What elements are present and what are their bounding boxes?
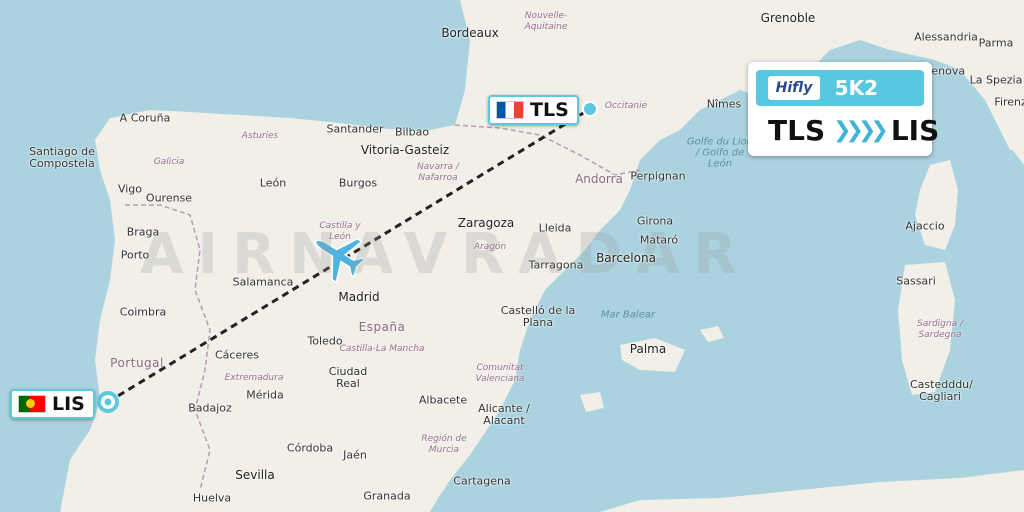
region-label: Castilla y León — [319, 221, 361, 242]
city-label: Ajaccio — [905, 219, 945, 233]
city-label: Huelva — [192, 491, 232, 505]
city-label: Castedddu/ Cagliari — [910, 378, 973, 403]
city-label: Mérida — [246, 388, 284, 402]
city-label: La Spezia — [969, 73, 1023, 87]
corsica-island — [915, 160, 958, 250]
city-label: Alicante / Alacant — [478, 402, 530, 427]
city-label: Barcelona — [596, 251, 656, 265]
city-label: Madrid — [338, 290, 380, 304]
route-arrows-icon: ❯❯❯❯ — [833, 118, 889, 143]
region-label: Castilla-La Mancha — [339, 344, 425, 354]
city-label: León — [259, 176, 287, 190]
city-label: Zaragoza — [457, 216, 515, 230]
city-label: Palma — [629, 342, 667, 356]
city-label: Tarragona — [528, 258, 584, 272]
country-label-spain: España — [358, 320, 406, 334]
region-label: Navarra / Nafarroa — [417, 162, 459, 183]
city-label: Salamanca — [232, 275, 294, 289]
city-label: Toledo — [307, 334, 343, 348]
region-label: Sardigna / Sardegna — [917, 319, 963, 340]
city-label: Firenze — [994, 95, 1024, 109]
city-label: Burgos — [338, 176, 378, 190]
watermark: AIRNAVRADAR — [140, 222, 751, 287]
city-label: Nîmes — [706, 97, 742, 111]
city-label: Badajoz — [188, 401, 232, 415]
origin-airport-code: TLS — [530, 99, 569, 121]
city-label: Alessandria — [914, 30, 978, 44]
city-label: Cáceres — [214, 348, 260, 362]
city-label: Mataró — [639, 233, 679, 247]
destination-airport-center — [104, 398, 112, 406]
city-label: Ourense — [145, 191, 193, 205]
city-label: Parma — [978, 36, 1014, 50]
region-label: Comunitat Valenciana — [475, 363, 525, 384]
route-summary: TLS ❯❯❯❯ LIS — [768, 114, 939, 147]
route-destination-code: LIS — [890, 114, 940, 147]
city-label: Lleida — [538, 221, 572, 235]
sea-label: Mar Balear — [600, 309, 656, 321]
city-label: Coimbra — [119, 305, 167, 319]
city-label: Bordeaux — [441, 26, 499, 40]
sea-label: Golfe du Lion / Golfo de León — [686, 136, 754, 170]
country-label-portugal: Portugal — [110, 356, 164, 370]
city-label: Porto — [120, 248, 150, 262]
city-label: Sassari — [896, 274, 936, 288]
country-label-andorra: Andorra — [575, 172, 623, 186]
city-label: Braga — [126, 225, 160, 239]
region-label: Aragón — [473, 242, 507, 252]
city-label: Santiago de Compostela — [29, 145, 95, 170]
city-label: Albacete — [418, 393, 468, 407]
region-label: Occitanie — [604, 101, 648, 111]
flight-number: 5K2 — [834, 76, 878, 100]
flight-info-card[interactable]: Hifly 5K2 TLS ❯❯❯❯ LIS — [748, 62, 939, 156]
city-label: Grenoble — [760, 11, 816, 25]
city-label: Sevilla — [235, 468, 275, 482]
city-label: Ciudad Real — [328, 365, 368, 390]
region-label: Extremadura — [224, 373, 284, 383]
region-label: Nouvelle-Aquitaine — [524, 11, 568, 32]
region-label: Región de Murcia — [421, 434, 467, 455]
city-label: Bilbao — [394, 125, 430, 139]
city-label: Jaén — [343, 448, 367, 462]
portugal-flag-icon — [18, 395, 46, 413]
city-label: Castelló de la Plana — [500, 304, 576, 329]
city-label: Perpignan — [630, 169, 686, 183]
city-label: Santander — [326, 122, 384, 136]
flight-map[interactable]: AIRNAVRADAR Bordeaux Grenoble Alessandri… — [0, 0, 1024, 512]
airline-logo: Hifly — [768, 76, 820, 100]
france-flag-icon — [496, 101, 524, 119]
city-label: Vigo — [117, 182, 143, 196]
airline-banner: Hifly 5K2 — [756, 70, 924, 106]
destination-airport-tag[interactable]: LIS — [10, 389, 95, 419]
city-label: Granada — [363, 489, 411, 503]
city-label: Córdoba — [286, 441, 334, 455]
route-origin-code: TLS — [768, 114, 826, 147]
city-label: A Coruña — [119, 111, 171, 125]
origin-airport-tag[interactable]: TLS — [488, 95, 579, 125]
city-label: Girona — [636, 214, 674, 228]
region-label: Galicia — [153, 157, 185, 167]
city-label: Vitoria-Gasteiz — [360, 143, 450, 157]
destination-airport-code: LIS — [52, 393, 85, 415]
origin-airport-marker[interactable] — [582, 101, 598, 117]
region-label: Asturies — [241, 131, 279, 141]
city-label: Cartagena — [453, 474, 511, 488]
